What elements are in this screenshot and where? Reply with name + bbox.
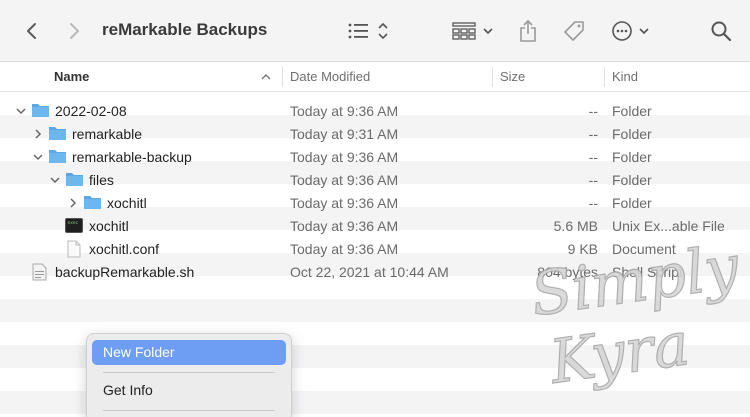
- file-kind: Folder: [612, 103, 652, 119]
- file-size: --: [588, 172, 598, 188]
- file-modified: Today at 9:36 AM: [290, 103, 399, 119]
- more-actions-button[interactable]: [610, 15, 654, 47]
- column-kind-header[interactable]: Kind: [612, 69, 638, 84]
- table-row[interactable]: xochitl.conf Today at 9:36 AM 9 KB Docum…: [0, 238, 750, 261]
- share-button[interactable]: [515, 15, 541, 47]
- context-menu: New Folder Get Info: [86, 333, 292, 417]
- chevron-right-icon: [70, 23, 79, 39]
- disclosure-open-icon[interactable]: [15, 105, 27, 117]
- file-kind: Document: [612, 241, 676, 257]
- file-kind: Folder: [612, 126, 652, 142]
- svg-text:exec: exec: [68, 221, 79, 226]
- ellipsis-circle-icon: [612, 21, 649, 41]
- file-size: --: [588, 195, 598, 211]
- file-name: 2022-02-08: [55, 103, 127, 119]
- share-icon: [520, 19, 536, 42]
- disclosure-open-icon[interactable]: [49, 174, 61, 186]
- tag-icon: [564, 21, 584, 41]
- file-modified: Today at 9:36 AM: [290, 172, 399, 188]
- file-modified: Today at 9:36 AM: [290, 241, 399, 257]
- table-row[interactable]: 2022-02-08 Today at 9:36 AM -- Folder: [0, 100, 750, 123]
- file-kind: Shell Script: [612, 264, 683, 280]
- file-modified: Today at 9:36 AM: [290, 195, 399, 211]
- column-modified-header[interactable]: Date Modified: [290, 69, 370, 84]
- group-grid-icon: [452, 22, 493, 40]
- column-header: Name Date Modified Size Kind: [0, 62, 750, 92]
- group-button[interactable]: [450, 15, 496, 47]
- forward-button[interactable]: [62, 15, 86, 47]
- script-icon: [32, 263, 47, 281]
- disclosure-closed-icon[interactable]: [32, 128, 44, 140]
- disclosure-closed-icon[interactable]: [67, 197, 79, 209]
- menu-item-get-info[interactable]: Get Info: [92, 378, 286, 403]
- chevron-left-icon: [27, 23, 36, 39]
- file-name: remarkable-backup: [72, 149, 192, 165]
- folder-icon: [49, 150, 66, 163]
- folder-icon: [49, 127, 66, 140]
- chevron-up-icon[interactable]: [261, 73, 271, 81]
- folder-icon: [32, 104, 49, 117]
- file-kind: Unix Ex...able File: [612, 218, 725, 234]
- file-kind: Folder: [612, 149, 652, 165]
- table-row[interactable]: files Today at 9:36 AM -- Folder: [0, 169, 750, 192]
- column-size-header[interactable]: Size: [500, 69, 525, 84]
- menu-item-new-folder[interactable]: New Folder: [92, 340, 286, 365]
- file-size: --: [588, 103, 598, 119]
- list-view-icon: [348, 22, 388, 40]
- back-button[interactable]: [20, 15, 44, 47]
- folder-icon: [84, 196, 101, 209]
- column-divider[interactable]: [282, 67, 283, 87]
- file-modified: Oct 22, 2021 at 10:44 AM: [290, 264, 449, 280]
- file-size: 804 bytes: [537, 264, 598, 280]
- file-size: 9 KB: [567, 241, 598, 257]
- disclosure-open-icon[interactable]: [32, 151, 44, 163]
- table-row[interactable]: backupRemarkable.sh Oct 22, 2021 at 10:4…: [0, 261, 750, 284]
- file-name: backupRemarkable.sh: [55, 264, 195, 280]
- tag-button[interactable]: [560, 15, 588, 47]
- table-row[interactable]: xochitl Today at 9:36 AM -- Folder: [0, 192, 750, 215]
- document-icon: [67, 240, 81, 258]
- table-row[interactable]: remarkable Today at 9:31 AM -- Folder: [0, 123, 750, 146]
- table-row[interactable]: remarkable-backup Today at 9:36 AM -- Fo…: [0, 146, 750, 169]
- file-kind: Folder: [612, 195, 652, 211]
- file-size: --: [588, 149, 598, 165]
- search-button[interactable]: [708, 15, 734, 47]
- column-divider[interactable]: [604, 67, 605, 87]
- row-stripe: [0, 299, 750, 322]
- file-size: 5.6 MB: [553, 218, 598, 234]
- view-options-button[interactable]: [346, 15, 392, 47]
- folder-icon: [66, 173, 83, 186]
- column-divider[interactable]: [492, 67, 493, 87]
- file-modified: Today at 9:36 AM: [290, 149, 399, 165]
- column-name-header[interactable]: Name: [54, 69, 89, 84]
- file-name: files: [89, 172, 114, 188]
- toolbar: reMarkable Backups: [0, 0, 750, 62]
- window-title: reMarkable Backups: [102, 20, 268, 39]
- file-size: --: [588, 126, 598, 142]
- file-name: xochitl: [107, 195, 147, 211]
- terminal-exec-icon: exec: [65, 218, 83, 233]
- file-name: xochitl: [89, 218, 129, 234]
- menu-separator: [103, 410, 275, 411]
- file-modified: Today at 9:31 AM: [290, 126, 399, 142]
- file-name: xochitl.conf: [89, 241, 160, 257]
- file-modified: Today at 9:36 AM: [290, 218, 399, 234]
- menu-separator: [103, 372, 275, 373]
- table-row[interactable]: exec xochitl Today at 9:36 AM 5.6 MB Uni…: [0, 215, 750, 238]
- file-name: remarkable: [72, 126, 143, 142]
- file-kind: Folder: [612, 172, 652, 188]
- search-icon: [711, 21, 732, 42]
